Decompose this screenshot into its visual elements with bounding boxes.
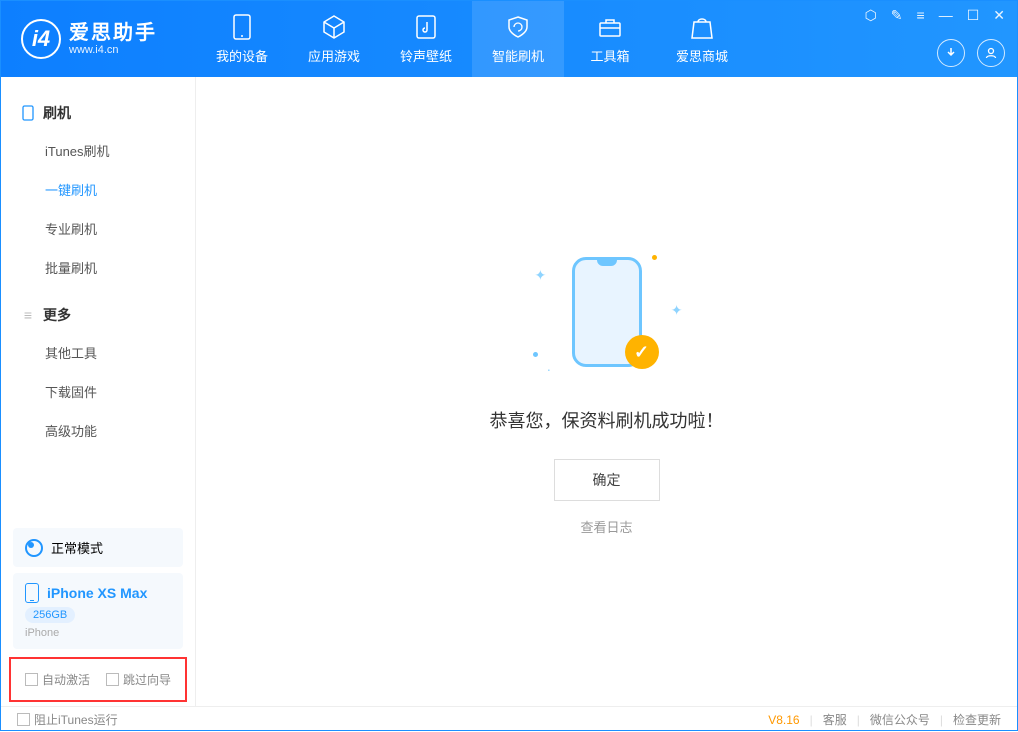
bag-icon: [689, 14, 715, 40]
section-title: 刷机: [43, 103, 71, 123]
sidebar-item-pro-flash[interactable]: 专业刷机: [1, 209, 195, 248]
note-icon[interactable]: ✎: [891, 7, 903, 24]
checkbox-label: 自动激活: [42, 671, 90, 688]
minimize-icon[interactable]: —: [939, 7, 953, 24]
nav-tabs: 我的设备 应用游戏 铃声壁纸 智能刷机 工具箱 爱思商城: [196, 1, 748, 77]
checkbox-icon: [106, 673, 119, 686]
logo-icon: i4: [21, 19, 61, 59]
separator: |: [857, 713, 860, 727]
tab-ringtones[interactable]: 铃声壁纸: [380, 1, 472, 77]
tab-label: 爱思商城: [676, 46, 728, 65]
menu-icon[interactable]: ≡: [917, 7, 925, 24]
close-icon[interactable]: ✕: [993, 7, 1005, 24]
sparkle-icon: ·: [547, 361, 552, 377]
highlighted-checkbox-row: 自动激活 跳过向导: [9, 657, 187, 702]
dot-icon: [533, 352, 538, 357]
tab-label: 工具箱: [590, 46, 629, 65]
tab-my-device[interactable]: 我的设备: [196, 1, 288, 77]
sidebar-item-advanced[interactable]: 高级功能: [1, 411, 195, 450]
tab-smart-flash[interactable]: 智能刷机: [472, 1, 564, 77]
device-name: iPhone XS Max: [47, 585, 147, 601]
checkbox-icon: [17, 713, 30, 726]
footer-link-support[interactable]: 客服: [823, 711, 847, 728]
main-content: ✦ ✦ · ✓ 恭喜您，保资料刷机成功啦！ 确定 查看日志: [196, 77, 1017, 706]
phone-mini-icon: [25, 583, 39, 603]
sidebar: 刷机 iTunes刷机 一键刷机 专业刷机 批量刷机 ≡ 更多 其他工具 下载固…: [1, 77, 196, 706]
confirm-button[interactable]: 确定: [554, 459, 660, 501]
logo-area: i4 爱思助手 www.i4.cn: [1, 19, 196, 59]
success-check-icon: ✓: [625, 335, 659, 369]
shirt-icon[interactable]: ⬡: [865, 7, 877, 24]
music-file-icon: [413, 14, 439, 40]
dot-icon: [652, 255, 657, 260]
toolbox-icon: [597, 14, 623, 40]
user-button[interactable]: [977, 39, 1005, 67]
sidebar-item-batch-flash[interactable]: 批量刷机: [1, 248, 195, 287]
success-message: 恭喜您，保资料刷机成功啦！: [490, 407, 724, 433]
mode-label: 正常模式: [51, 538, 103, 557]
tab-label: 铃声壁纸: [400, 46, 452, 65]
app-subtitle: www.i4.cn: [69, 44, 157, 56]
app-title: 爱思助手: [69, 22, 157, 44]
block-itunes-checkbox[interactable]: 阻止iTunes运行: [17, 711, 118, 728]
auto-activate-checkbox[interactable]: 自动激活: [25, 671, 90, 688]
skip-guide-checkbox[interactable]: 跳过向导: [106, 671, 171, 688]
device-storage-badge: 256GB: [25, 607, 75, 623]
mode-icon: [25, 539, 43, 557]
list-icon: ≡: [21, 308, 35, 322]
tab-label: 我的设备: [216, 46, 268, 65]
separator: |: [940, 713, 943, 727]
sidebar-header-more: ≡ 更多: [1, 297, 195, 333]
checkbox-label: 阻止iTunes运行: [34, 711, 118, 728]
separator: |: [810, 713, 813, 727]
maximize-icon[interactable]: ☐: [967, 7, 980, 24]
header-bar: i4 爱思助手 www.i4.cn 我的设备 应用游戏 铃声壁纸 智能刷机 工具…: [1, 1, 1017, 77]
view-log-link[interactable]: 查看日志: [580, 517, 632, 536]
download-button[interactable]: [937, 39, 965, 67]
device-type: iPhone: [25, 627, 59, 639]
sparkle-icon: ✦: [671, 302, 683, 319]
mode-card[interactable]: 正常模式: [13, 528, 183, 567]
checkbox-label: 跳过向导: [123, 671, 171, 688]
device-card[interactable]: iPhone XS Max 256GB iPhone: [13, 573, 183, 649]
footer-link-update[interactable]: 检查更新: [953, 711, 1001, 728]
tab-store[interactable]: 爱思商城: [656, 1, 748, 77]
phone-icon: [229, 14, 255, 40]
section-title: 更多: [43, 305, 71, 325]
sparkle-icon: ✦: [535, 267, 547, 284]
checkbox-icon: [25, 673, 38, 686]
tab-toolbox[interactable]: 工具箱: [564, 1, 656, 77]
tab-apps-games[interactable]: 应用游戏: [288, 1, 380, 77]
sidebar-header-flash: 刷机: [1, 95, 195, 131]
version-label: V8.16: [768, 713, 799, 727]
sidebar-item-itunes-flash[interactable]: iTunes刷机: [1, 131, 195, 170]
shield-refresh-icon: [505, 14, 531, 40]
sidebar-item-other-tools[interactable]: 其他工具: [1, 333, 195, 372]
success-illustration: ✦ ✦ · ✓: [527, 247, 687, 387]
sidebar-item-download-firmware[interactable]: 下载固件: [1, 372, 195, 411]
cube-icon: [321, 14, 347, 40]
footer-bar: 阻止iTunes运行 V8.16 | 客服 | 微信公众号 | 检查更新: [1, 706, 1017, 732]
window-controls: ⬡ ✎ ≡ — ☐ ✕: [865, 7, 1005, 24]
tab-label: 智能刷机: [492, 46, 544, 65]
device-icon: [21, 106, 35, 120]
tab-label: 应用游戏: [308, 46, 360, 65]
sidebar-item-oneclick-flash[interactable]: 一键刷机: [1, 170, 195, 209]
footer-link-wechat[interactable]: 微信公众号: [870, 711, 930, 728]
